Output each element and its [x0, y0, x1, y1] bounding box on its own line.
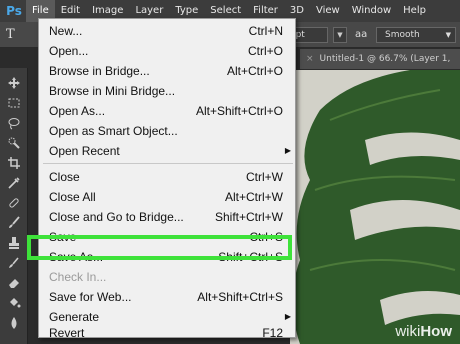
file-menu-dropdown: New... Ctrl+N Open... Ctrl+O Browse in B…	[38, 18, 297, 339]
healing-brush-tool-icon[interactable]	[5, 194, 23, 212]
menu-item-open-as[interactable]: Open As... Alt+Shift+Ctrl+O	[39, 101, 297, 121]
type-tool-icon[interactable]: T	[6, 26, 28, 44]
menu-item-browse-in-mini-bridge[interactable]: Browse in Mini Bridge...	[39, 81, 297, 101]
menu-item-new[interactable]: New... Ctrl+N	[39, 21, 297, 41]
move-tool-icon[interactable]	[5, 74, 23, 92]
antialias-value: Smooth	[385, 30, 420, 40]
save-as-highlight	[27, 235, 292, 260]
chevron-down-icon: ▼	[445, 31, 451, 39]
history-brush-tool-icon[interactable]	[5, 254, 23, 272]
lasso-tool-icon[interactable]	[5, 114, 23, 132]
menu-window[interactable]: Window	[346, 0, 397, 22]
menu-item-check-in: Check In...	[49, 270, 107, 284]
menu-item-close-all[interactable]: Close All Alt+Ctrl+W	[39, 187, 297, 207]
eraser-tool-icon[interactable]	[5, 274, 23, 292]
quick-selection-tool-icon[interactable]	[5, 134, 23, 152]
antialias-select[interactable]: Smooth ▼	[376, 27, 456, 43]
menu-item-open-recent[interactable]: Open Recent ▶	[39, 141, 297, 161]
menu-item-open[interactable]: Open... Ctrl+O	[39, 41, 297, 61]
paint-bucket-tool-icon[interactable]	[5, 294, 23, 312]
menu-help[interactable]: Help	[397, 0, 432, 22]
menu-item-revert[interactable]: Revert F12	[39, 327, 297, 339]
document-tab-bar: × Untitled-1 @ 66.7% (Layer 1,	[300, 49, 460, 69]
font-size-dropdown-icon[interactable]: ▼	[333, 27, 347, 43]
blur-tool-icon[interactable]	[5, 314, 23, 332]
tools-panel	[0, 68, 28, 344]
menu-item-open-as-smart-object[interactable]: Open as Smart Object...	[39, 121, 297, 141]
wikihow-watermark: wikiHow	[395, 323, 452, 340]
photoshop-logo: Ps	[6, 4, 22, 18]
monstera-leaf-image	[290, 70, 460, 344]
document-canvas[interactable]	[290, 70, 460, 344]
submenu-arrow-icon: ▶	[284, 146, 291, 155]
menu-item-close-and-go-to-bridge[interactable]: Close and Go to Bridge... Shift+Ctrl+W	[39, 207, 297, 227]
menu-item-close[interactable]: Close Ctrl+W	[39, 167, 297, 187]
menu-view[interactable]: View	[310, 0, 346, 22]
antialias-label: aa	[355, 29, 368, 40]
document-title: Untitled-1 @ 66.7% (Layer 1,	[319, 54, 451, 64]
crop-tool-icon[interactable]	[5, 154, 23, 172]
brush-tool-icon[interactable]	[5, 214, 23, 232]
clone-stamp-tool-icon[interactable]	[5, 234, 23, 252]
document-tab[interactable]: × Untitled-1 @ 66.7% (Layer 1,	[300, 49, 460, 69]
menu-separator	[43, 163, 293, 164]
submenu-arrow-icon: ▶	[284, 312, 291, 321]
menu-item-save-for-web[interactable]: Save for Web... Alt+Shift+Ctrl+S	[39, 287, 297, 307]
close-icon[interactable]: ×	[306, 54, 314, 64]
menu-item-browse-in-bridge[interactable]: Browse in Bridge... Alt+Ctrl+O	[39, 61, 297, 81]
marquee-tool-icon[interactable]	[5, 94, 23, 112]
eyedropper-tool-icon[interactable]	[5, 174, 23, 192]
menu-item-generate[interactable]: Generate ▶	[39, 307, 297, 327]
